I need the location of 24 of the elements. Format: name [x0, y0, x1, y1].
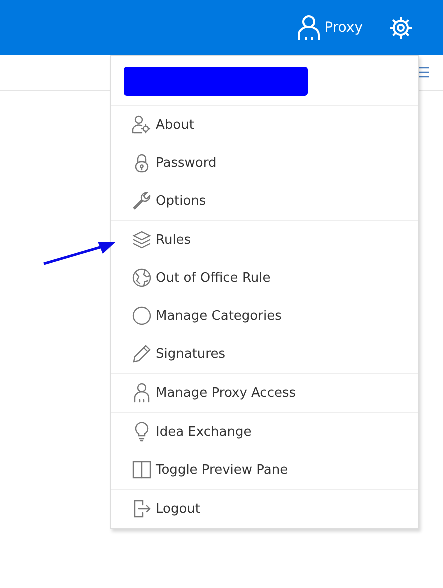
menu-item[interactable]: Toggle Preview Pane [111, 451, 418, 489]
menu-item[interactable]: About [111, 106, 418, 144]
menu-icon[interactable] [417, 67, 429, 78]
menu-item[interactable]: Logout [111, 490, 418, 528]
menu-item[interactable]: Signatures [111, 335, 418, 373]
menu-item[interactable]: Password [111, 144, 418, 182]
columns-icon [132, 460, 152, 480]
pencil-icon [132, 344, 152, 364]
person-icon [296, 14, 321, 40]
person-icon [132, 383, 152, 403]
menu-item[interactable]: Manage Categories [111, 297, 418, 335]
settings-icon[interactable] [389, 16, 413, 40]
circle-icon [132, 306, 152, 326]
user-gear-icon [132, 115, 152, 135]
proxy-button[interactable]: Proxy [296, 14, 363, 40]
wrench-icon [132, 191, 152, 211]
menu-item[interactable]: Idea Exchange [111, 413, 418, 451]
logout-icon [132, 499, 152, 519]
menu-item[interactable]: Out of Office Rule [111, 259, 418, 297]
globe-icon [132, 268, 152, 288]
layers-icon [132, 230, 152, 250]
menu-item[interactable]: Manage Proxy Access [111, 374, 418, 412]
menu-item[interactable]: Rules [111, 221, 418, 259]
menu-item[interactable]: Options [111, 182, 418, 220]
